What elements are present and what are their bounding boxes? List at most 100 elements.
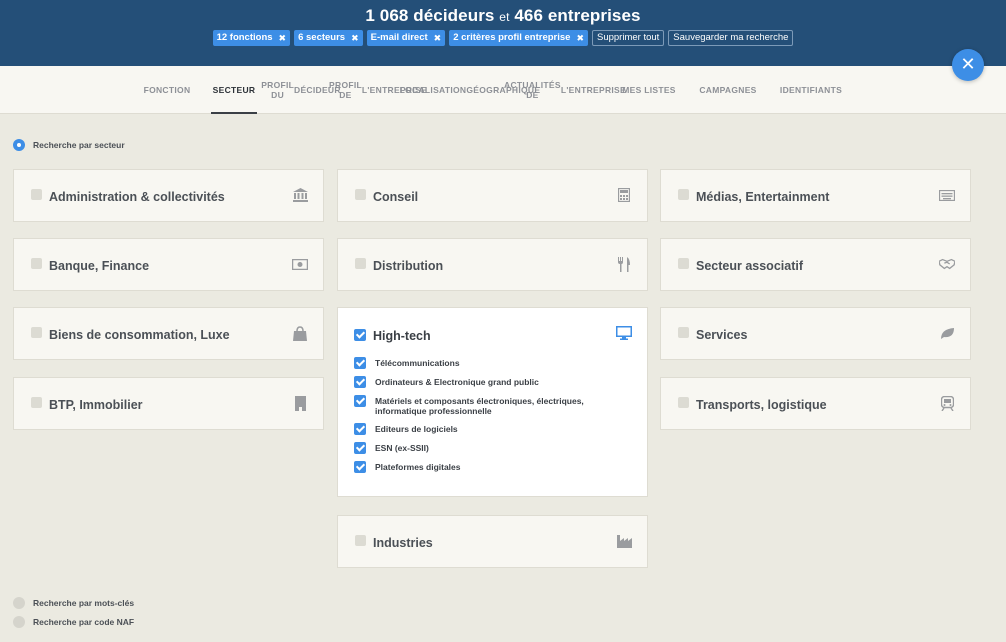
remove-icon[interactable]: ✖ bbox=[434, 30, 442, 46]
keyboard-icon bbox=[939, 187, 955, 203]
sector-label: Secteur associatif bbox=[696, 259, 803, 273]
sector-label: Biens de consommation, Luxe bbox=[49, 328, 230, 342]
checkbox[interactable] bbox=[31, 397, 42, 408]
checkbox[interactable] bbox=[31, 258, 42, 269]
leaf-icon bbox=[939, 325, 955, 341]
subsector-editeurs[interactable]: Editeurs de logiciels bbox=[354, 423, 634, 435]
subsector-plateformes[interactable]: Plateformes digitales bbox=[354, 461, 634, 473]
subsector-label: Ordinateurs & Electronique grand public bbox=[375, 377, 539, 387]
checkbox[interactable] bbox=[31, 189, 42, 200]
filter-chip-profil-entreprise[interactable]: 2 critères profil entreprise ✖ bbox=[449, 30, 588, 46]
filter-chip-secteurs[interactable]: 6 secteurs ✖ bbox=[294, 30, 363, 46]
factory-icon bbox=[616, 533, 632, 549]
sector-label: BTP, Immobilier bbox=[49, 398, 143, 412]
sector-card-services[interactable]: Services bbox=[660, 307, 971, 360]
subsector-list: Télécommunications Ordinateurs & Electro… bbox=[354, 357, 634, 481]
building-icon bbox=[292, 395, 308, 411]
checkbox[interactable] bbox=[355, 258, 366, 269]
sector-card-transports[interactable]: Transports, logistique bbox=[660, 377, 971, 430]
shopping-bag-icon bbox=[292, 325, 308, 341]
subsector-label: ESN (ex-SSII) bbox=[375, 443, 429, 453]
tab-fonction[interactable]: FONCTION bbox=[137, 66, 197, 114]
sector-label: Administration & collectivités bbox=[49, 190, 225, 204]
sector-label: Services bbox=[696, 328, 748, 342]
sector-card-administration[interactable]: Administration & collectivités bbox=[13, 169, 324, 222]
entreprises-count: 466 entreprises bbox=[514, 6, 641, 25]
sector-label: Conseil bbox=[373, 190, 419, 204]
checkbox-checked[interactable] bbox=[354, 376, 366, 388]
sector-card-conseil[interactable]: Conseil bbox=[337, 169, 648, 222]
tab-secteur[interactable]: SECTEUR bbox=[211, 66, 257, 114]
chip-label: 6 secteurs bbox=[298, 32, 346, 43]
checkbox[interactable] bbox=[678, 327, 689, 338]
checkbox-checked[interactable] bbox=[354, 357, 366, 369]
filter-chip-fonctions[interactable]: 12 fonctions ✖ bbox=[212, 30, 291, 46]
remove-icon[interactable]: ✖ bbox=[279, 30, 287, 46]
subsector-ordinateurs[interactable]: Ordinateurs & Electronique grand public bbox=[354, 376, 634, 388]
subsector-materiels[interactable]: Matériels et composants électroniques, é… bbox=[354, 395, 634, 416]
chip-label: E-mail direct bbox=[370, 32, 428, 43]
radio-recherche-naf[interactable]: Recherche par code NAF bbox=[13, 616, 134, 628]
checkbox-checked[interactable] bbox=[354, 461, 366, 473]
bank-icon bbox=[292, 187, 308, 203]
checkbox-checked[interactable] bbox=[354, 423, 366, 435]
header-bar: 1 068 décideurs et 466 entreprises 12 fo… bbox=[0, 0, 1006, 66]
clear-all-button[interactable]: Supprimer tout bbox=[591, 30, 665, 46]
filter-chip-email[interactable]: E-mail direct ✖ bbox=[366, 30, 446, 46]
chip-label: 12 fonctions bbox=[216, 32, 273, 43]
close-icon[interactable]: ✕ bbox=[952, 49, 984, 81]
sector-card-industries[interactable]: Industries bbox=[337, 515, 648, 568]
active-filters: 12 fonctions ✖ 6 secteurs ✖ E-mail direct ✖… bbox=[0, 30, 1006, 46]
results-count: 1 068 décideurs et 466 entreprises bbox=[0, 6, 1006, 26]
sector-card-biens[interactable]: Biens de consommation, Luxe bbox=[13, 307, 324, 360]
subsector-telecom[interactable]: Télécommunications bbox=[354, 357, 634, 369]
monitor-icon bbox=[616, 325, 632, 341]
checkbox[interactable] bbox=[678, 258, 689, 269]
sector-card-medias[interactable]: Médias, Entertainment bbox=[660, 169, 971, 222]
checkbox[interactable] bbox=[31, 327, 42, 338]
tab-actualites[interactable]: ACTUALITÉS DE L'ENTREPRISE bbox=[504, 66, 626, 114]
radio-recherche-mots-cles[interactable]: Recherche par mots-clés bbox=[13, 597, 134, 609]
radio-recherche-secteur[interactable]: Recherche par secteur bbox=[13, 139, 125, 151]
checkbox-checked[interactable] bbox=[354, 395, 366, 407]
checkbox[interactable] bbox=[678, 397, 689, 408]
checkbox-checked[interactable] bbox=[354, 442, 366, 454]
tab-mes-listes[interactable]: MES LISTES bbox=[619, 66, 679, 114]
remove-icon[interactable]: ✖ bbox=[576, 30, 584, 46]
radio-label: Recherche par mots-clés bbox=[33, 598, 135, 608]
radio-label: Recherche par secteur bbox=[33, 140, 125, 150]
sector-label: Banque, Finance bbox=[49, 259, 150, 273]
radio-unselected-icon bbox=[13, 616, 25, 628]
train-icon bbox=[939, 395, 955, 411]
banknote-icon bbox=[292, 256, 308, 272]
subsector-esn[interactable]: ESN (ex-SSII) bbox=[354, 442, 634, 454]
sector-label: High-tech bbox=[373, 329, 431, 343]
sector-card-associatif[interactable]: Secteur associatif bbox=[660, 238, 971, 291]
subsector-label: Matériels et composants électroniques, é… bbox=[375, 396, 584, 416]
subsector-label: Plateformes digitales bbox=[375, 462, 461, 472]
chip-label: 2 critères profil entreprise bbox=[453, 32, 571, 43]
sector-card-hightech[interactable]: High-tech Télécommunications Ordinateurs… bbox=[337, 307, 648, 497]
tab-profil-decideur[interactable]: PROFIL DU DÉCIDEUR bbox=[261, 66, 340, 114]
checkbox-checked[interactable] bbox=[354, 329, 366, 341]
checkbox[interactable] bbox=[678, 189, 689, 200]
checkbox[interactable] bbox=[355, 535, 366, 546]
radio-unselected-icon bbox=[13, 597, 25, 609]
tab-bar: FONCTION SECTEUR PROFIL DU DÉCIDEUR PROFI… bbox=[0, 66, 1006, 114]
calculator-icon bbox=[616, 187, 632, 203]
tab-identifiants[interactable]: IDENTIFIANTS bbox=[774, 66, 848, 114]
sector-card-banque[interactable]: Banque, Finance bbox=[13, 238, 324, 291]
radio-label: Recherche par code NAF bbox=[33, 617, 135, 627]
tab-localisation[interactable]: LOCALISATION GÉOGRAPHIQUE bbox=[400, 66, 540, 114]
cutlery-icon bbox=[616, 256, 632, 272]
decideurs-count: 1 068 décideurs bbox=[365, 6, 495, 25]
sector-card-distribution[interactable]: Distribution bbox=[337, 238, 648, 291]
save-search-button[interactable]: Sauvegarder ma recherche bbox=[668, 30, 794, 46]
sector-card-btp[interactable]: BTP, Immobilier bbox=[13, 377, 324, 430]
radio-selected-icon bbox=[13, 139, 25, 151]
tab-campagnes[interactable]: CAMPAGNES bbox=[693, 66, 763, 114]
sector-label: Industries bbox=[373, 536, 433, 550]
count-separator: et bbox=[499, 10, 510, 24]
checkbox[interactable] bbox=[355, 189, 366, 200]
remove-icon[interactable]: ✖ bbox=[351, 30, 359, 46]
